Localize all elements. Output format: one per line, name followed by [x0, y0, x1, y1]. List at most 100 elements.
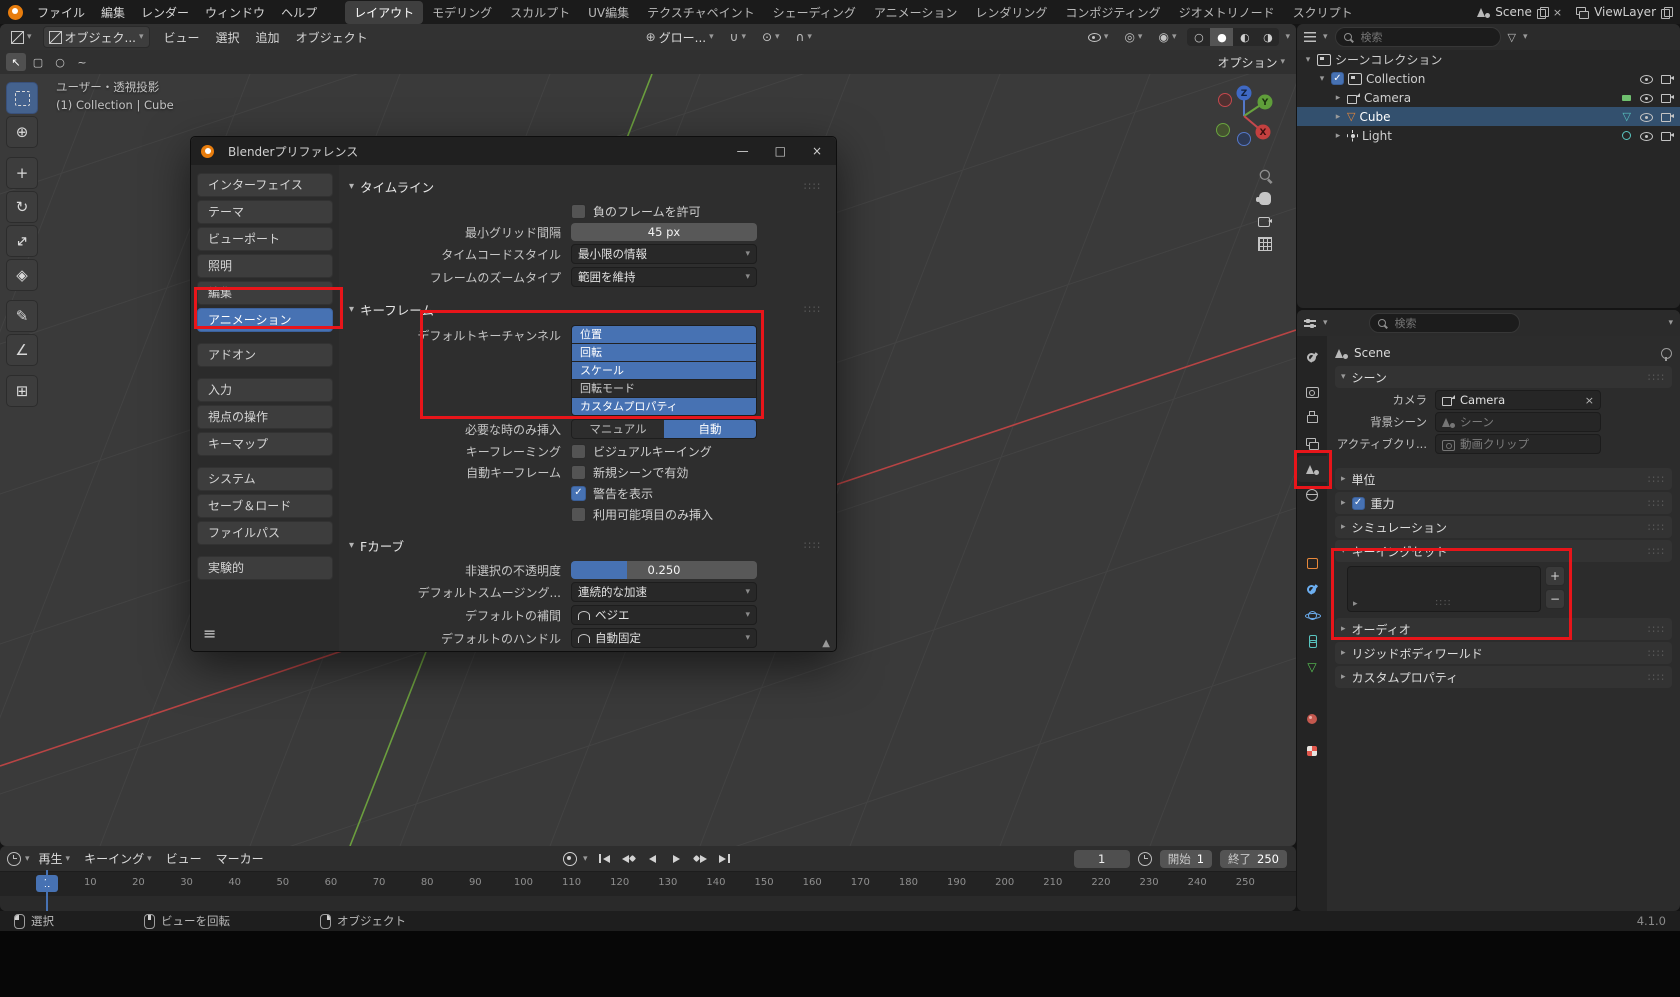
object-data-tab[interactable]: ▽	[1297, 654, 1327, 680]
viewlayer-selector[interactable]: ViewLayer	[1576, 5, 1673, 19]
viewport-menu-item[interactable]: 追加	[248, 27, 288, 48]
filter-funnel-icon[interactable]: ▽	[1508, 32, 1516, 43]
section-timeline[interactable]: ▾ タイムライン ∷∷	[349, 177, 822, 196]
grip-dots[interactable]: ∷∷	[1648, 647, 1666, 660]
viewport-menu-item[interactable]: 選択	[208, 27, 248, 48]
preferences-nav-item[interactable]: ビューポート	[197, 227, 333, 251]
object-visibility-dropdown[interactable]: ▾	[1082, 27, 1114, 47]
disclosure-icon[interactable]: ▸	[1333, 93, 1343, 103]
section-fcurves[interactable]: ▾ Fカーブ ∷∷	[349, 536, 822, 555]
workspace-tab[interactable]: モデリング	[423, 1, 501, 24]
timeline-track-area[interactable]	[0, 896, 1296, 911]
workspace-tab[interactable]: ジオメトリノード	[1170, 1, 1284, 24]
render-visibility-icon[interactable]	[1661, 73, 1674, 84]
hide-eye-icon[interactable]	[1639, 73, 1653, 85]
mode-dropdown[interactable]: オブジェク... ▾	[42, 26, 150, 48]
timecode-dropdown[interactable]: 最小限の情報 ▾	[571, 244, 757, 264]
section-simulation[interactable]: ▸ シミュレーション ∷∷	[1335, 516, 1672, 538]
close-button[interactable]: ×	[812, 144, 822, 158]
rotate-tool[interactable]: ↻	[6, 191, 38, 223]
add-keying-set-button[interactable]: +	[1545, 566, 1565, 586]
new-viewlayer-icon[interactable]	[1661, 6, 1673, 19]
collection-checkbox[interactable]	[1331, 72, 1344, 85]
list-resize-grip[interactable]: ∷∷	[1436, 598, 1453, 609]
marker-menu[interactable]: マーカー	[211, 849, 269, 869]
rendered-shading-button[interactable]: ◑	[1256, 28, 1279, 46]
insert-auto-button[interactable]: 自動	[664, 420, 756, 438]
grip-dots[interactable]: ∷∷	[1648, 497, 1666, 510]
grip-dots[interactable]: ∷∷	[1648, 371, 1666, 384]
interpolation-dropdown[interactable]: ベジエ ▾	[571, 605, 757, 625]
remove-keying-set-button[interactable]: −	[1545, 589, 1565, 609]
zoom-type-dropdown[interactable]: 範囲を維持 ▾	[571, 267, 757, 287]
properties-search-input[interactable]	[1392, 315, 1512, 331]
section-custom-properties[interactable]: ▸ カスタムプロパティ ∷∷	[1335, 666, 1672, 688]
current-frame-field[interactable]: 1	[1073, 849, 1130, 868]
preferences-menu-icon[interactable]: ≡	[203, 624, 216, 643]
workspace-tab[interactable]: テクスチャペイント	[638, 1, 764, 24]
grip-dots[interactable]: ∷∷	[1648, 473, 1666, 486]
falloff-dropdown[interactable]: ∩ ▾	[791, 27, 817, 47]
physics-tab[interactable]	[1297, 602, 1327, 628]
select-box-tool[interactable]	[6, 82, 38, 114]
frame-start-field[interactable]: 開始 1	[1159, 849, 1213, 868]
preferences-nav-item[interactable]: セーブ＆ロード	[197, 494, 333, 518]
outliner-options-icon[interactable]: ▾	[1523, 32, 1528, 42]
clear-camera-icon[interactable]: ×	[1585, 394, 1594, 407]
outliner-row-camera[interactable]: ▸ Camera	[1297, 88, 1680, 107]
autokey-new-scene-checkbox[interactable]	[571, 464, 586, 480]
material-tab[interactable]	[1297, 706, 1327, 732]
render-visibility-icon[interactable]	[1661, 92, 1674, 103]
properties-options-icon[interactable]: ▾	[1668, 318, 1673, 328]
allow-negative-checkbox[interactable]	[571, 203, 586, 219]
preferences-nav-item[interactable]: 照明	[197, 254, 333, 278]
disclosure-icon[interactable]: ▾	[1303, 55, 1313, 65]
pan-hand-icon[interactable]	[1256, 192, 1271, 205]
key-channel-item[interactable]: スケール	[572, 361, 756, 379]
workspace-tab[interactable]: UV編集	[579, 1, 638, 24]
frame-end-field[interactable]: 終了 250	[1220, 849, 1287, 868]
active-clip-field[interactable]: 動画クリップ	[1435, 434, 1601, 454]
ortho-grid-icon[interactable]	[1258, 237, 1272, 251]
preferences-nav-item[interactable]: 実験的	[197, 556, 333, 580]
unlink-scene-icon[interactable]: ×	[1553, 6, 1562, 19]
annotate-tool[interactable]: ✎	[6, 300, 38, 332]
gizmos-dropdown[interactable]: ◎ ▾	[1119, 27, 1147, 47]
lasso-select-button[interactable]: ~	[72, 53, 92, 71]
preferences-nav-item[interactable]: アニメーション	[197, 308, 333, 332]
menubar-item[interactable]: 編集	[93, 2, 133, 23]
blender-logo-icon[interactable]	[8, 4, 23, 20]
camera-view-icon[interactable]	[1258, 216, 1272, 227]
background-scene-field[interactable]: シーン	[1435, 412, 1601, 432]
properties-editor-icon[interactable]	[1304, 318, 1316, 328]
render-visibility-icon[interactable]	[1661, 111, 1674, 122]
tweak-select-button[interactable]: ↖	[6, 53, 26, 71]
add-cube-tool[interactable]: ⊞	[6, 375, 38, 407]
navigation-gizmo[interactable]: Z Y X	[1208, 80, 1280, 152]
preferences-nav-item[interactable]: 入力	[197, 378, 333, 402]
min-grid-field[interactable]: 45 px	[571, 223, 757, 241]
timeline-ruler[interactable]: 1 10203040506070809010011012013014015016…	[0, 871, 1296, 896]
section-units[interactable]: ▸ 単位 ∷∷	[1335, 468, 1672, 490]
grip-dots[interactable]: ∷∷	[1648, 521, 1666, 534]
preferences-nav-item[interactable]: アドオン	[197, 343, 333, 367]
outliner-row-light[interactable]: ▸ Light	[1297, 126, 1680, 145]
scroll-up-icon[interactable]: ▲	[822, 638, 830, 649]
view-menu[interactable]: ビュー	[161, 849, 207, 869]
workspace-tab[interactable]: スクリプト	[1284, 1, 1362, 24]
outliner-row-collection[interactable]: ▾ Collection	[1297, 69, 1680, 88]
preferences-nav-item[interactable]: インターフェイス	[197, 173, 333, 197]
cursor-tool[interactable]: ⊕	[6, 116, 38, 148]
new-scene-icon[interactable]	[1536, 6, 1549, 19]
disclosure-icon[interactable]: ▾	[1317, 74, 1327, 84]
scale-tool[interactable]: ↔	[6, 225, 38, 257]
transform-tool[interactable]: ◈	[6, 259, 38, 291]
playback-menu[interactable]: 再生 ▾	[34, 849, 76, 869]
box-select-button[interactable]: ▢	[28, 53, 48, 71]
insert-manual-button[interactable]: マニュアル	[572, 420, 664, 438]
scene-selector[interactable]: Scene ×	[1477, 5, 1562, 19]
viewport-menu-item[interactable]: ビュー	[156, 27, 208, 48]
jump-to-end-button[interactable]	[714, 850, 736, 868]
grip-dots[interactable]: ∷∷	[1648, 671, 1666, 684]
key-channel-item[interactable]: 位置	[572, 326, 756, 343]
